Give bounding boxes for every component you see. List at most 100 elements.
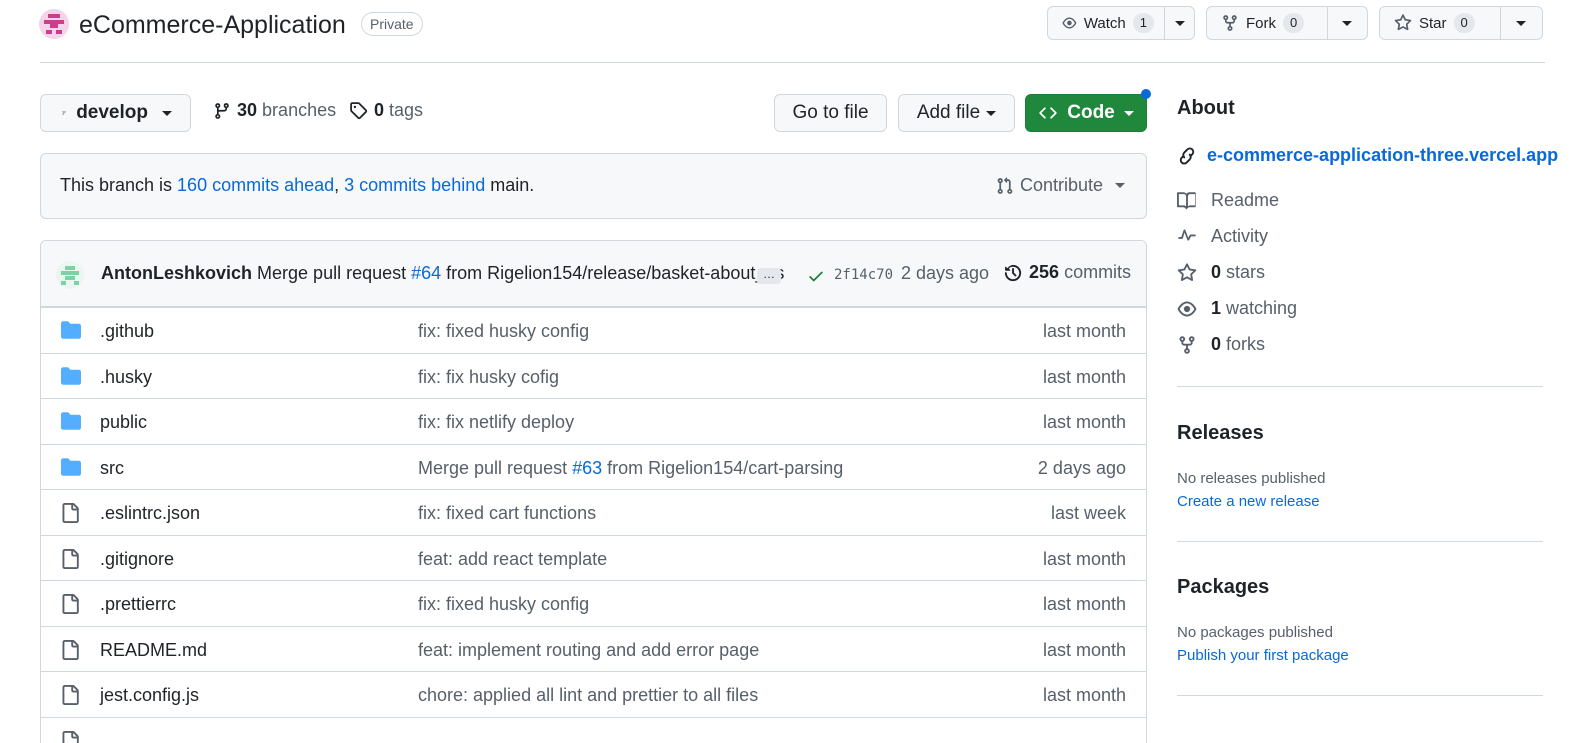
tags-count: 0: [374, 100, 385, 120]
latest-commit-bar: AntonLeshkovich Merge pull request #64 f…: [41, 241, 1146, 307]
commits-ahead-link[interactable]: 160 commits ahead: [177, 175, 334, 195]
star-label: Star: [1419, 14, 1447, 32]
file-row[interactable]: jest.config.js chore: applied all lint a…: [41, 671, 1146, 717]
branches-link[interactable]: 30 branches: [213, 100, 336, 121]
pr-link[interactable]: #63: [572, 458, 602, 478]
file-row[interactable]: public fix: fix netlify deploy last mont…: [41, 398, 1146, 444]
file-commit-message[interactable]: fix: fixed husky config: [418, 321, 589, 342]
file-row-partial[interactable]: [41, 717, 1146, 743]
star-button-group: Star 0: [1379, 6, 1543, 40]
go-to-file-button[interactable]: Go to file: [774, 94, 887, 132]
file-name[interactable]: .eslintrc.json: [100, 503, 200, 524]
tags-link[interactable]: 0 tags: [349, 100, 423, 121]
file-commit-message[interactable]: chore: applied all lint and prettier to …: [418, 685, 758, 706]
file-name[interactable]: src: [100, 458, 124, 479]
file-row[interactable]: .eslintrc.json fix: fixed cart functions…: [41, 489, 1146, 535]
website-link[interactable]: e-commerce-application-three.vercel.app: [1177, 145, 1558, 166]
repo-name[interactable]: eCommerce-Application: [79, 9, 346, 41]
fork-dropdown-button[interactable]: [1326, 7, 1367, 39]
forks-link[interactable]: 0 forks: [1177, 334, 1265, 355]
message-suffix[interactable]: from Rigelion154/cart-parsing: [602, 458, 843, 478]
branches-count: 30: [237, 100, 258, 120]
file-commit-date: last month: [1042, 321, 1126, 341]
tag-icon: [350, 102, 368, 120]
file-name[interactable]: jest.config.js: [100, 685, 199, 706]
watching-count: 1: [1211, 298, 1222, 318]
file-commit-message[interactable]: Merge pull request #63 from Rigelion154/…: [418, 458, 843, 479]
expand-commit-message-button[interactable]: …: [757, 268, 781, 284]
star-icon: [1177, 262, 1197, 281]
releases-heading[interactable]: Releases: [1177, 422, 1264, 445]
commit-pr-link[interactable]: #64: [411, 263, 441, 283]
fork-icon: [1223, 15, 1237, 31]
readme-link[interactable]: Readme: [1177, 190, 1279, 211]
watch-dropdown-button[interactable]: [1164, 7, 1194, 39]
stars-link[interactable]: 0 stars: [1177, 262, 1265, 283]
contribute-label: Contribute: [1020, 175, 1104, 195]
file-row[interactable]: .prettierrc fix: fixed husky config last…: [41, 580, 1146, 626]
file-icon: [62, 685, 79, 705]
watching-link[interactable]: 1 watching: [1177, 298, 1297, 319]
commits-history-link[interactable]: 256 commits: [1003, 262, 1131, 283]
website-url[interactable]: e-commerce-application-three.vercel.app: [1207, 145, 1558, 166]
file-row[interactable]: src Merge pull request #63 from Rigelion…: [41, 444, 1146, 490]
publish-package-link[interactable]: Publish your first package: [1177, 647, 1349, 664]
file-row[interactable]: .husky fix: fix husky cofig last month: [41, 353, 1146, 399]
fork-count: 0: [1283, 13, 1305, 33]
file-icon: [62, 549, 79, 569]
branch-select-button[interactable]: develop: [40, 94, 191, 132]
branch-status-suffix: main.: [485, 175, 535, 195]
star-dropdown-button[interactable]: [1499, 7, 1542, 39]
sidebar-divider: [1177, 695, 1543, 696]
commits-behind-link[interactable]: 3 commits behind: [344, 175, 485, 195]
message-prefix[interactable]: Merge pull request: [418, 458, 572, 478]
file-commit-date: last month: [1042, 549, 1126, 569]
repo-owner-avatar[interactable]: [39, 9, 69, 39]
file-name[interactable]: README.md: [100, 640, 207, 661]
branch-status-prefix: This branch is: [60, 175, 178, 195]
file-icon: [62, 594, 79, 614]
activity-link[interactable]: Activity: [1177, 226, 1268, 247]
star-button[interactable]: Star 0: [1380, 7, 1500, 39]
commit-author-avatar[interactable]: [56, 261, 84, 289]
file-commit-message[interactable]: fix: fix netlify deploy: [418, 412, 574, 433]
file-commit-message[interactable]: feat: implement routing and add error pa…: [418, 640, 759, 661]
file-commit-date: last month: [1042, 640, 1126, 660]
fork-button[interactable]: Fork 0: [1207, 7, 1327, 39]
releases-empty-text: No releases published: [1177, 470, 1326, 487]
commit-message-suffix[interactable]: from Rigelion154/release/basket-about_us: [441, 263, 784, 283]
watch-button[interactable]: Watch 1: [1048, 7, 1164, 39]
create-release-link[interactable]: Create a new release: [1177, 493, 1320, 510]
add-file-button[interactable]: Add file: [898, 94, 1015, 132]
file-commit-message[interactable]: fix: fix husky cofig: [418, 367, 559, 388]
file-name[interactable]: .github: [100, 321, 154, 342]
file-name[interactable]: .prettierrc: [100, 594, 176, 615]
file-commit-message[interactable]: feat: add react template: [418, 549, 607, 570]
commits-label: commits: [1064, 262, 1132, 282]
file-commit-message[interactable]: fix: fixed cart functions: [418, 503, 596, 524]
file-commit-date: last month: [1042, 685, 1126, 705]
contribute-button[interactable]: Contribute: [996, 175, 1126, 196]
code-button[interactable]: Code: [1025, 94, 1147, 132]
file-name[interactable]: public: [100, 412, 147, 433]
code-icon: [1039, 107, 1057, 119]
sidebar-divider: [1177, 386, 1543, 387]
packages-heading[interactable]: Packages: [1177, 576, 1269, 599]
stars-label: stars: [1226, 262, 1266, 282]
file-commit-date: last month: [1042, 367, 1126, 387]
file-commit-message[interactable]: fix: fixed husky config: [418, 594, 589, 615]
file-row[interactable]: .github fix: fixed husky config last mon…: [41, 307, 1146, 353]
eye-icon: [1177, 301, 1197, 316]
commit-sha[interactable]: 2f14c70: [834, 267, 893, 283]
file-name[interactable]: .gitignore: [100, 549, 174, 570]
repo-header: eCommerce-Application Private Watch 1 Fo…: [0, 0, 1585, 64]
commit-author[interactable]: AntonLeshkovich: [101, 263, 252, 283]
caret-down-icon: [1123, 110, 1134, 116]
caret-down-icon: [1115, 183, 1126, 188]
commit-message-prefix[interactable]: Merge pull request: [257, 263, 411, 283]
file-row[interactable]: .gitignore feat: add react template last…: [41, 535, 1146, 581]
file-row[interactable]: README.md feat: implement routing and ad…: [41, 626, 1146, 672]
file-name[interactable]: .husky: [100, 367, 152, 388]
tags-label: tags: [389, 100, 424, 120]
check-icon[interactable]: [807, 267, 825, 285]
